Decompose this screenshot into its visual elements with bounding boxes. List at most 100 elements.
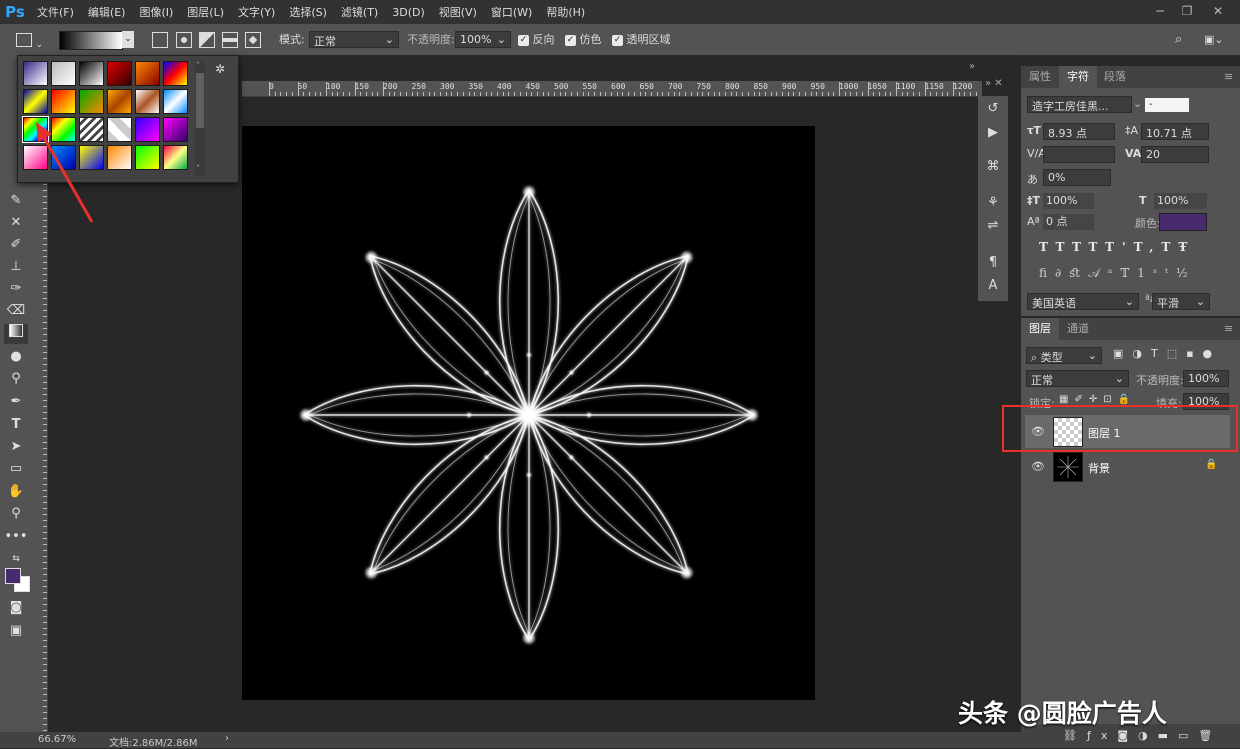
gradient-picker-toggle[interactable]: ⌄ (122, 31, 134, 48)
menu-help[interactable]: 帮助(H) (539, 4, 592, 20)
opentype-buttons[interactable]: ﬁ∂ﬆ𝒜ᵃ𝕋1ˢᵗ½ (1039, 266, 1229, 284)
angle-gradient-icon[interactable] (199, 32, 215, 48)
menu-3d[interactable]: 3D(D) (385, 6, 432, 19)
actions-play-icon[interactable]: ▶ (983, 123, 1003, 143)
brush-settings-icon[interactable]: ⌘ (983, 157, 1003, 177)
blend-mode-select[interactable]: 正常 ⌄ (1026, 370, 1129, 387)
tab-character[interactable]: 字符 (1059, 66, 1097, 88)
menu-filter[interactable]: 滤镜(T) (334, 4, 385, 20)
gradient-preview[interactable] (59, 31, 123, 50)
panel-menu-icon[interactable]: ≡ (1224, 322, 1233, 335)
gradient-preset-swatch[interactable] (51, 89, 76, 114)
swatch-scrollbar[interactable]: ˄ ˅ (195, 61, 205, 175)
panel-menu-icon[interactable]: ≡ (1224, 70, 1233, 83)
font-style-select[interactable]: - (1145, 98, 1189, 112)
menu-window[interactable]: 窗口(W) (484, 4, 539, 20)
tool-preset-picker[interactable]: ⌄ (16, 31, 46, 50)
gear-icon[interactable]: ✲ (215, 62, 225, 76)
zoom-tool-icon[interactable]: ⚲ (4, 504, 28, 524)
character-styles-icon[interactable]: A (983, 276, 1003, 296)
diamond-gradient-icon[interactable] (245, 32, 261, 48)
pen-tool-icon[interactable]: ✒ (4, 392, 28, 412)
adjustments-icon[interactable]: ⇌ (983, 216, 1003, 236)
tracking-input[interactable]: 20 (1141, 146, 1209, 163)
scroll-thumb[interactable] (196, 73, 204, 128)
gradient-preset-swatch[interactable] (23, 61, 48, 86)
horizontal-scale-input[interactable]: 100% (1154, 193, 1207, 209)
gradient-tool-icon[interactable] (4, 324, 28, 344)
reverse-checkbox[interactable]: ✓ 反向 (518, 31, 555, 48)
path-selection-tool-icon[interactable]: ➤ (4, 437, 28, 457)
tab-channels[interactable]: 通道 (1059, 318, 1097, 340)
gradient-preset-swatch[interactable] (163, 117, 188, 142)
gradient-preset-swatch[interactable] (107, 117, 132, 142)
menu-view[interactable]: 视图(V) (432, 4, 484, 20)
tab-layers[interactable]: 图层 (1021, 318, 1059, 340)
gradient-preset-swatch[interactable] (135, 89, 160, 114)
kerning-input[interactable] (1043, 146, 1115, 163)
layer-row[interactable]: 👁 背景 🔒 (1025, 450, 1230, 483)
gradient-preset-swatch[interactable] (79, 89, 104, 114)
eyedropper-tool-icon[interactable]: ✎ (4, 191, 28, 211)
vertical-scale-input[interactable]: 100% (1043, 193, 1094, 209)
dither-checkbox[interactable]: ✓ 仿色 (565, 31, 602, 48)
gradient-preset-swatch[interactable] (23, 89, 48, 114)
status-menu-arrow[interactable]: › (225, 733, 229, 744)
foreground-color-swatch[interactable] (5, 568, 21, 584)
reflected-gradient-icon[interactable] (222, 32, 238, 48)
close-window-button[interactable]: ✕ (1205, 0, 1231, 22)
swap-colors-icon[interactable]: ⇆ (4, 549, 28, 569)
leading-input[interactable]: 10.71 点 (1141, 123, 1209, 140)
scroll-up-icon[interactable]: ˄ (196, 61, 200, 70)
history-panel-icon[interactable]: ↺ (983, 99, 1003, 119)
chevron-down-icon[interactable]: ⌄ (1133, 97, 1142, 110)
search-icon[interactable]: ⌕ (1175, 31, 1191, 48)
more-tools-icon[interactable]: ••• (4, 527, 28, 547)
dodge-tool-icon[interactable]: ⚲ (4, 369, 28, 389)
font-size-input[interactable]: 8.93 点 (1043, 123, 1115, 140)
workspace-switcher[interactable]: ▣⌄ (1204, 31, 1232, 48)
text-style-buttons[interactable]: TTTTT'T,TŦ (1039, 240, 1229, 258)
screen-mode-icon[interactable]: ▣ (4, 621, 28, 641)
clone-source-icon[interactable]: ⚘ (983, 193, 1003, 213)
linear-gradient-icon[interactable] (152, 32, 168, 48)
layer-filter-select[interactable]: ⌕ 类型 ⌄ (1026, 347, 1102, 364)
menu-file[interactable]: 文件(F) (30, 4, 81, 20)
scroll-down-icon[interactable]: ˅ (196, 164, 200, 173)
radial-gradient-icon[interactable] (176, 32, 192, 48)
minimize-button[interactable]: ─ (1147, 0, 1173, 22)
collapse-panels-icon[interactable]: » (969, 61, 975, 72)
lock-icons[interactable]: ▦✐✛⊡🔒 (1059, 394, 1136, 405)
gradient-preset-swatch[interactable] (107, 145, 132, 170)
strip-collapse-icon[interactable]: » ✕ (985, 78, 1003, 89)
rectangle-tool-icon[interactable]: ▭ (4, 459, 28, 479)
gradient-preset-swatch[interactable] (163, 61, 188, 86)
layer-opacity-input[interactable]: 100% (1183, 370, 1229, 387)
opacity-input[interactable]: 100% ⌄ (455, 31, 511, 48)
tab-paragraph[interactable]: 段落 (1096, 66, 1134, 88)
language-select[interactable]: 美国英语 ⌄ (1027, 293, 1139, 310)
menu-type[interactable]: 文字(Y) (231, 4, 282, 20)
gradient-preset-swatch[interactable] (107, 89, 132, 114)
hand-tool-icon[interactable]: ✋ (4, 482, 28, 502)
gradient-preset-swatch[interactable] (135, 117, 160, 142)
paragraph-styles-icon[interactable]: ¶ (983, 253, 1003, 273)
text-color-swatch[interactable] (1159, 213, 1207, 231)
document-canvas[interactable] (242, 126, 815, 700)
antialias-select[interactable]: 平滑 ⌄ (1152, 293, 1210, 310)
visibility-eye-icon[interactable]: 👁 (1031, 460, 1045, 473)
zoom-level[interactable]: 66.67% (38, 734, 76, 745)
gradient-preset-swatch[interactable] (79, 61, 104, 86)
menu-select[interactable]: 选择(S) (282, 4, 334, 20)
quick-mask-icon[interactable]: ◙ (4, 598, 28, 618)
blur-tool-icon[interactable]: ● (4, 347, 28, 367)
layer-filter-icons[interactable]: ▣◑T⬚▪● (1113, 347, 1228, 360)
healing-brush-tool-icon[interactable]: ✕ (4, 213, 28, 233)
clone-stamp-tool-icon[interactable]: ⊥ (4, 257, 28, 277)
mode-select[interactable]: 正常 ⌄ (309, 31, 399, 48)
font-family-select[interactable]: 造字工房佳黑... (1027, 96, 1132, 113)
gradient-preset-swatch[interactable] (163, 145, 188, 170)
menu-layer[interactable]: 图层(L) (180, 4, 231, 20)
restore-button[interactable]: ❐ (1174, 0, 1200, 22)
brush-tool-icon[interactable]: ✐ (4, 235, 28, 255)
